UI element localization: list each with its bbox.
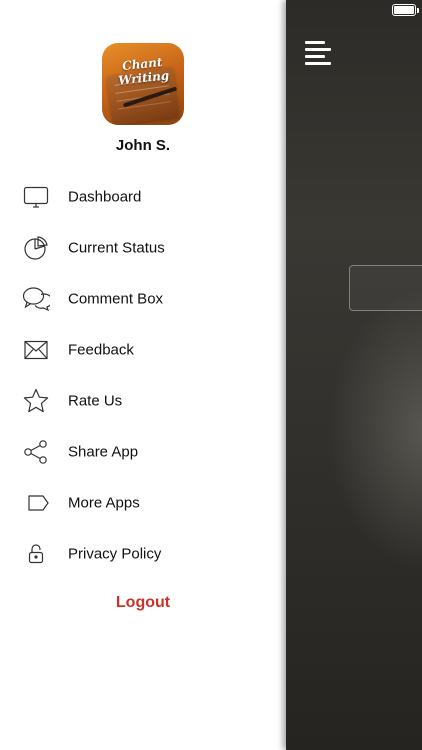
- star-icon: [22, 387, 50, 415]
- user-name: John S.: [115, 137, 171, 154]
- menu-item-label: Privacy Policy: [68, 545, 162, 562]
- envelope-icon: [22, 336, 50, 364]
- menu-item-current-status[interactable]: Current Status: [0, 222, 286, 273]
- menu-item-rate-us[interactable]: Rate Us: [0, 375, 286, 426]
- battery-tip: [417, 8, 419, 13]
- side-drawer: Chant Writing John S. Dashboard Current …: [0, 0, 286, 750]
- pie-chart-icon: [22, 234, 50, 262]
- menu-item-label: Current Status: [68, 239, 165, 256]
- main-content-overlay[interactable]: [286, 0, 422, 750]
- hamburger-menu-icon[interactable]: [305, 41, 331, 65]
- menu-item-label: More Apps: [68, 494, 140, 511]
- menu-item-more-apps[interactable]: More Apps: [0, 477, 286, 528]
- tag-icon: [22, 489, 50, 517]
- menu-item-label: Feedback: [68, 341, 134, 358]
- menu-item-feedback[interactable]: Feedback: [0, 324, 286, 375]
- input-box[interactable]: [349, 265, 422, 311]
- menu-item-label: Share App: [68, 443, 139, 460]
- battery-icon: [392, 4, 416, 16]
- monitor-icon: [22, 183, 50, 211]
- drawer-menu: Dashboard Current Status Comment Box Fee…: [0, 171, 286, 579]
- menu-item-dashboard[interactable]: Dashboard: [0, 171, 286, 222]
- menu-item-label: Comment Box: [68, 290, 164, 307]
- menu-item-privacy-policy[interactable]: Privacy Policy: [0, 528, 286, 579]
- app-logo: Chant Writing: [102, 43, 184, 125]
- menu-item-share-app[interactable]: Share App: [0, 426, 286, 477]
- chat-bubbles-icon: [22, 285, 50, 313]
- menu-item-label: Rate Us: [68, 392, 123, 409]
- share-icon: [22, 438, 50, 466]
- menu-item-label: Dashboard: [68, 188, 142, 205]
- lock-icon: [22, 540, 50, 568]
- menu-item-comment-box[interactable]: Comment Box: [0, 273, 286, 324]
- logout-button[interactable]: Logout: [0, 594, 286, 612]
